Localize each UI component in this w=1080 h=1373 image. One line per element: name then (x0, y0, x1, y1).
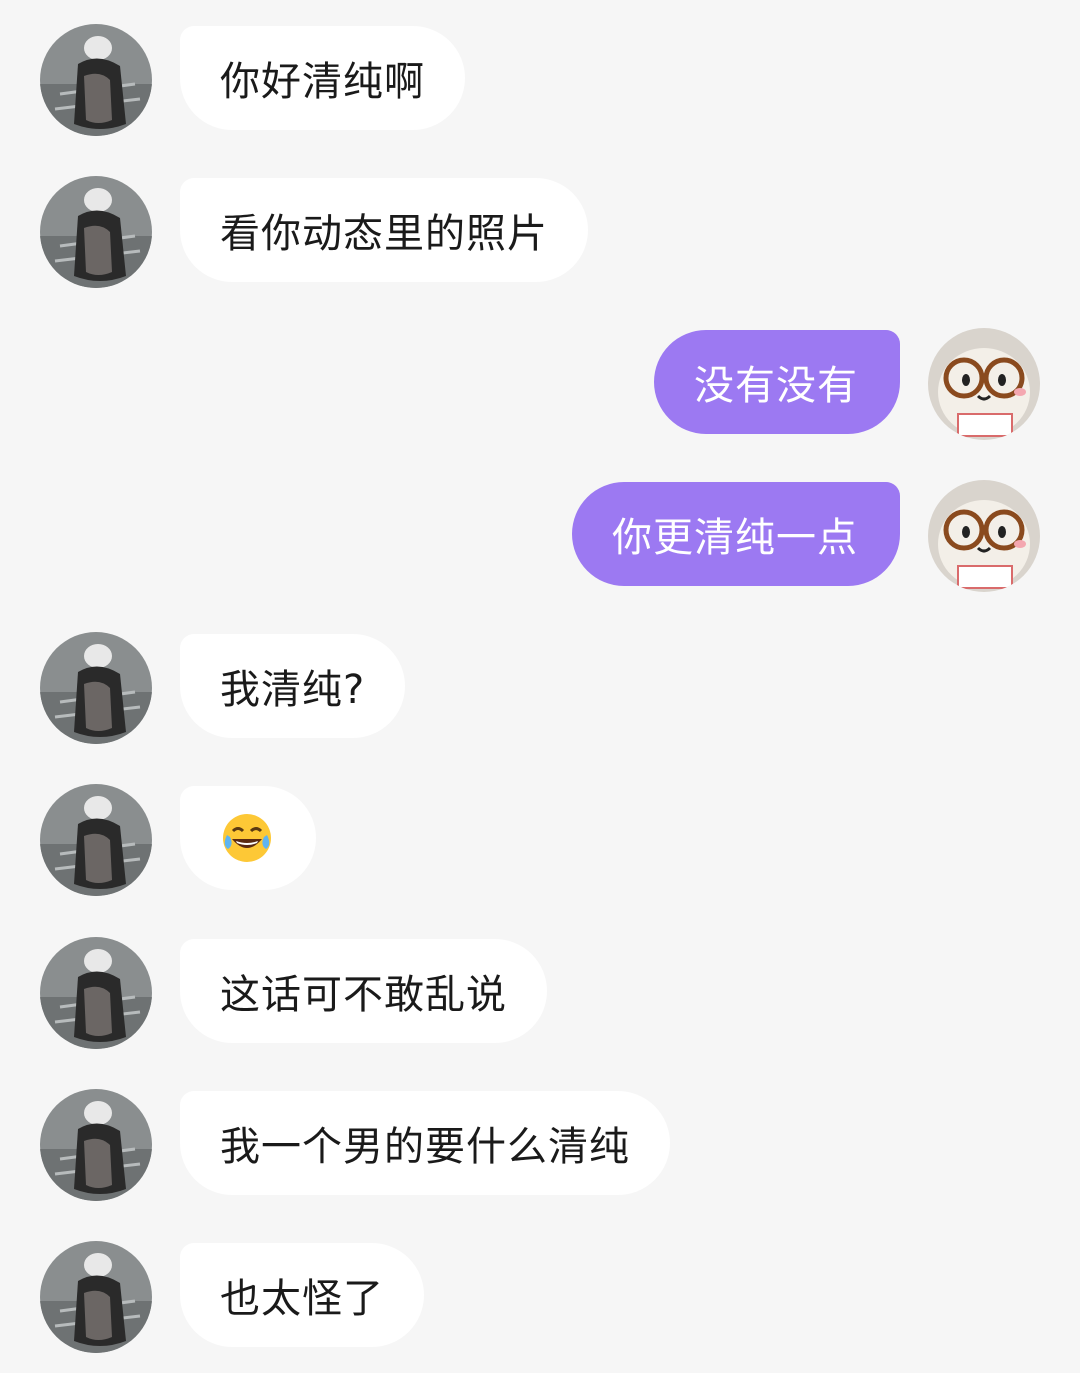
message-row (0, 784, 1080, 896)
user-avatar[interactable] (928, 480, 1040, 592)
message-text: 我清纯? (220, 667, 366, 713)
message-bubble-outgoing[interactable]: 没有没有 (654, 330, 900, 434)
message-text: 你好清纯啊 (220, 59, 425, 105)
message-text: 你更清纯一点 (612, 515, 858, 561)
message-bubble-incoming[interactable] (180, 786, 316, 890)
message-row: 也太怪了 (0, 1241, 1080, 1353)
contact-avatar[interactable] (40, 1241, 152, 1353)
message-bubble-outgoing[interactable]: 你更清纯一点 (572, 482, 900, 586)
message-text: 看你动态里的照片 (220, 211, 548, 257)
message-row: 你好清纯啊 (0, 24, 1080, 136)
contact-avatar[interactable] (40, 24, 152, 136)
contact-avatar[interactable] (40, 784, 152, 896)
message-bubble-incoming[interactable]: 我清纯? (180, 634, 406, 738)
message-row: 我清纯? (0, 632, 1080, 744)
contact-avatar[interactable] (40, 176, 152, 288)
contact-avatar[interactable] (40, 937, 152, 1049)
message-text: 这话可不敢乱说 (220, 972, 507, 1018)
message-bubble-incoming[interactable]: 这话可不敢乱说 (180, 939, 547, 1043)
message-text: 我一个男的要什么清纯 (220, 1124, 630, 1170)
message-bubble-incoming[interactable]: 也太怪了 (180, 1243, 424, 1347)
message-row: 我一个男的要什么清纯 (0, 1089, 1080, 1201)
user-avatar[interactable] (928, 328, 1040, 440)
message-text: 也太怪了 (220, 1276, 384, 1322)
message-row: 没有没有 (0, 328, 1080, 440)
message-bubble-incoming[interactable]: 看你动态里的照片 (180, 178, 588, 282)
contact-avatar[interactable] (40, 1089, 152, 1201)
message-bubble-incoming[interactable]: 你好清纯啊 (180, 26, 465, 130)
message-row: 这话可不敢乱说 (0, 937, 1080, 1049)
message-row: 你更清纯一点 (0, 480, 1080, 592)
message-row: 看你动态里的照片 (0, 176, 1080, 288)
message-text: 没有没有 (694, 363, 858, 409)
contact-avatar[interactable] (40, 632, 152, 744)
laughing-tears-emoji-icon (220, 811, 274, 865)
message-bubble-incoming[interactable]: 我一个男的要什么清纯 (180, 1091, 670, 1195)
